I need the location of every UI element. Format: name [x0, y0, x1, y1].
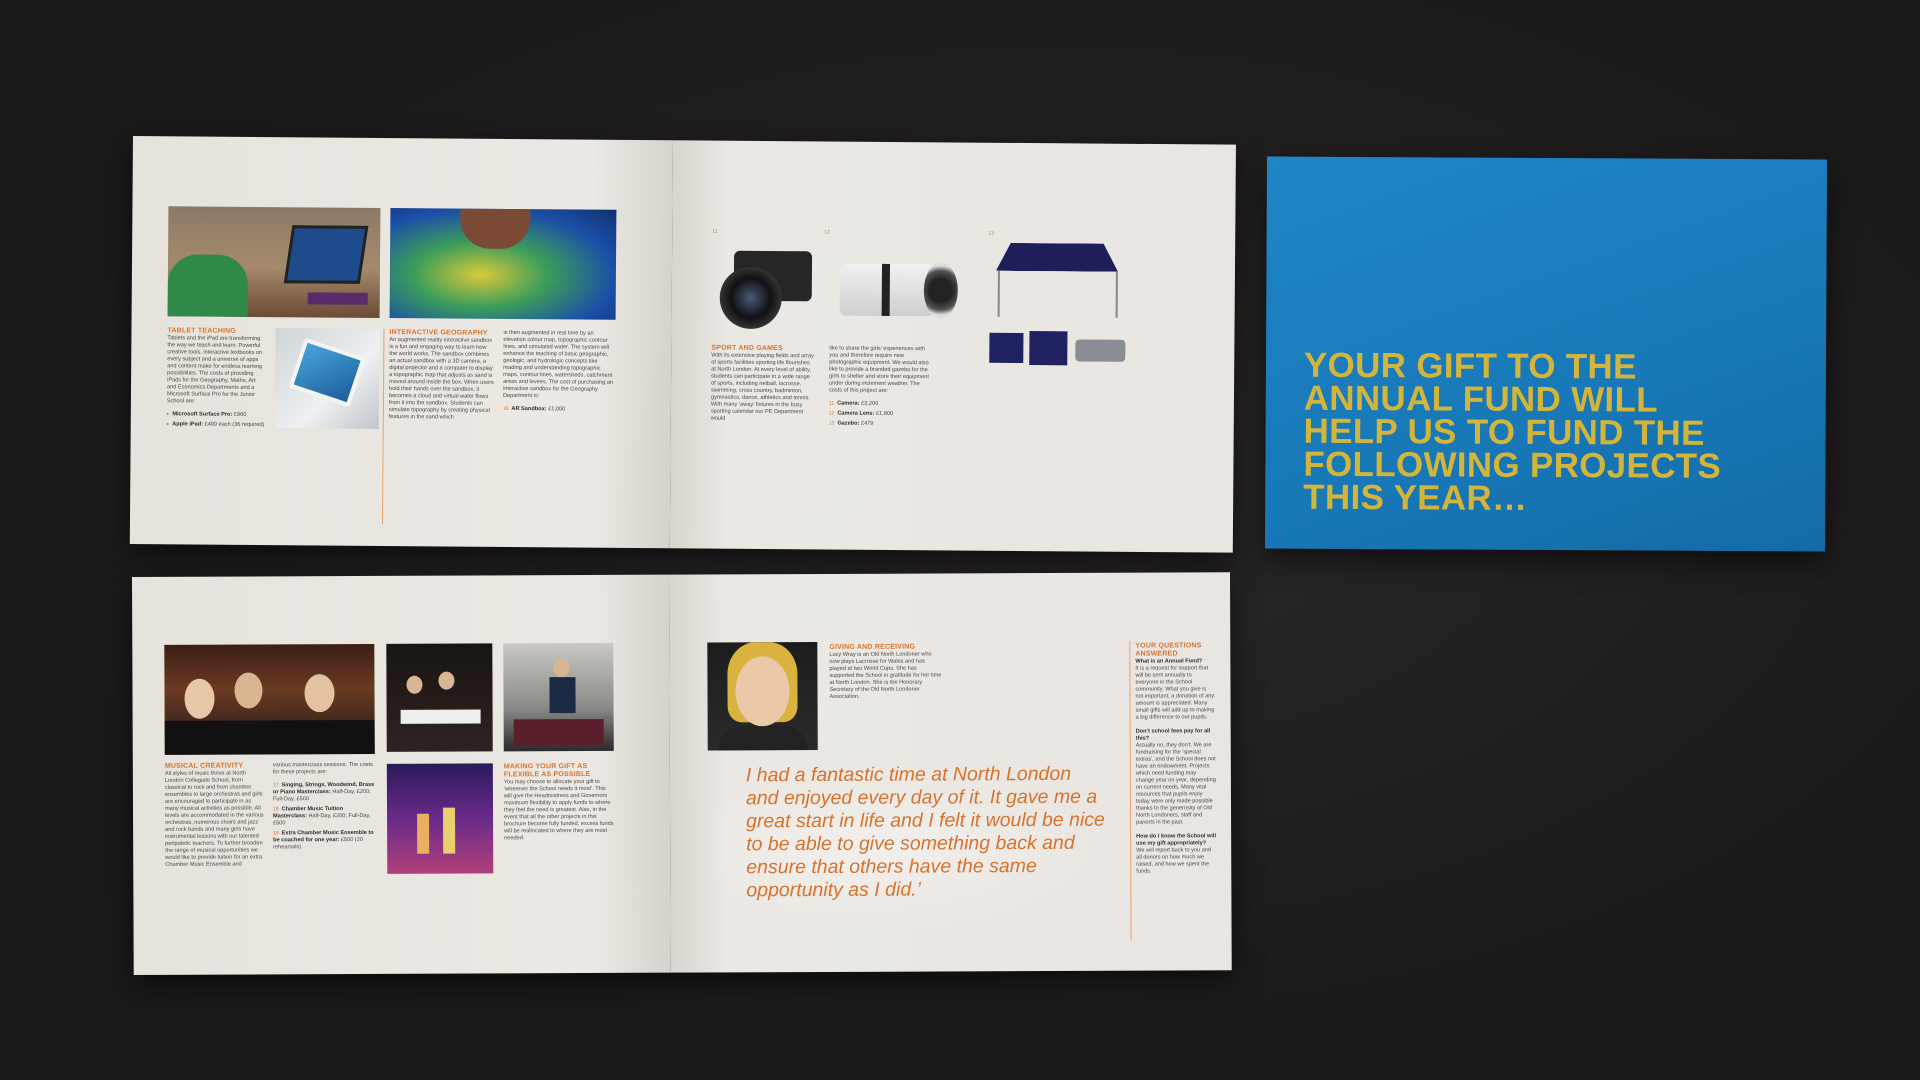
answer: We will report back to you and all donor… — [1136, 847, 1212, 875]
testimonial-quote: I had a fantastic time at North London a… — [745, 762, 1105, 902]
list-item: 18 Chamber Music Tuition Masterclass: Hal… — [273, 806, 371, 827]
list-item: 19 Extra Chamber Music Ensemble to be coa… — [273, 829, 374, 851]
portrait-photo — [707, 642, 818, 751]
flexible-gift-body: You may choose to allocate your gift to … — [503, 778, 614, 842]
questions-heading: YOUR QUESTIONS ANSWERED — [1135, 642, 1202, 658]
camera-image — [711, 237, 822, 334]
choir-photo — [386, 643, 493, 752]
top-left-page: TABLET TEACHING Tablets and the iPad are… — [129, 136, 673, 549]
list-item: 16 AR Sandbox: £1,000 — [502, 405, 566, 413]
top-right-page: 11 12 13 SPORT AND GAMES With its extens… — [669, 140, 1236, 553]
gazebo-variants-image — [987, 329, 1127, 370]
lens-image — [831, 241, 962, 332]
cover-page: YOUR GIFT TO THE ANNUAL FUND WILL HELP U… — [1264, 156, 1828, 552]
flexible-gift-heading: MAKING YOUR GIFT AS FLEXIBLE AS POSSIBLE — [503, 763, 591, 779]
list-item: ▸ Apple iPad: £400 each (36 required) — [166, 421, 265, 429]
sandbox-photo — [389, 208, 617, 320]
top-spread: TABLET TEACHING Tablets and the iPad are… — [129, 136, 1236, 553]
geography-body: An augmented reality interactive sandbox… — [388, 337, 494, 421]
list-item: ▸ Microsoft Surface Pro: £960 — [166, 411, 247, 418]
stage-performance-photo — [386, 763, 494, 874]
question: How do I know the School will use my gif… — [1136, 833, 1217, 847]
gazebo-image — [988, 239, 1129, 320]
classroom-photo — [503, 642, 614, 752]
giving-body: Lucy Wray is an Old North Londoner who n… — [829, 651, 942, 700]
list-item: 17 Singing, Strings, Woodwind, Brass or P… — [272, 781, 375, 803]
cover-headline: YOUR GIFT TO THE ANNUAL FUND WILL HELP U… — [1303, 345, 1722, 518]
question: Don’t school fees pay for all this? — [1135, 728, 1211, 742]
photo-number: 13 — [988, 230, 994, 237]
list-item: 11 Camera: £3,200 — [828, 400, 879, 407]
orchestra-photo — [164, 643, 375, 755]
music-body-continued: various masterclass sessions. The costs … — [272, 761, 373, 776]
bottom-left-page: MUSICAL CREATIVITY All styles of music t… — [132, 574, 671, 975]
tablet-photo — [167, 206, 381, 318]
sport-body: With its extensive playing fields and ar… — [710, 352, 814, 422]
sport-body-continued: like to share the girls’ experiences wit… — [828, 345, 929, 394]
photo-number: 12 — [824, 229, 830, 236]
answer: It is a request for support that will be… — [1135, 665, 1215, 721]
bottom-spread: MUSICAL CREATIVITY All styles of music t… — [132, 572, 1232, 975]
list-item: 13 Gazebo: £479 — [828, 420, 874, 427]
tablet-body: Tablets and the iPad are transforming th… — [166, 335, 263, 405]
geography-body-continued: is then augmented in real time by an ele… — [502, 329, 614, 400]
ipad-photo — [274, 328, 380, 429]
music-body: All styles of music thrive at North Lond… — [164, 770, 264, 868]
list-item: 12 Camera Lens: £1,800 — [828, 410, 894, 417]
answer: Actually no, they don’t. We are fundrais… — [1135, 742, 1216, 826]
photo-number: 11 — [712, 228, 718, 235]
bottom-right-page: GIVING AND RECEIVING Lucy Wray is an Old… — [668, 572, 1232, 973]
